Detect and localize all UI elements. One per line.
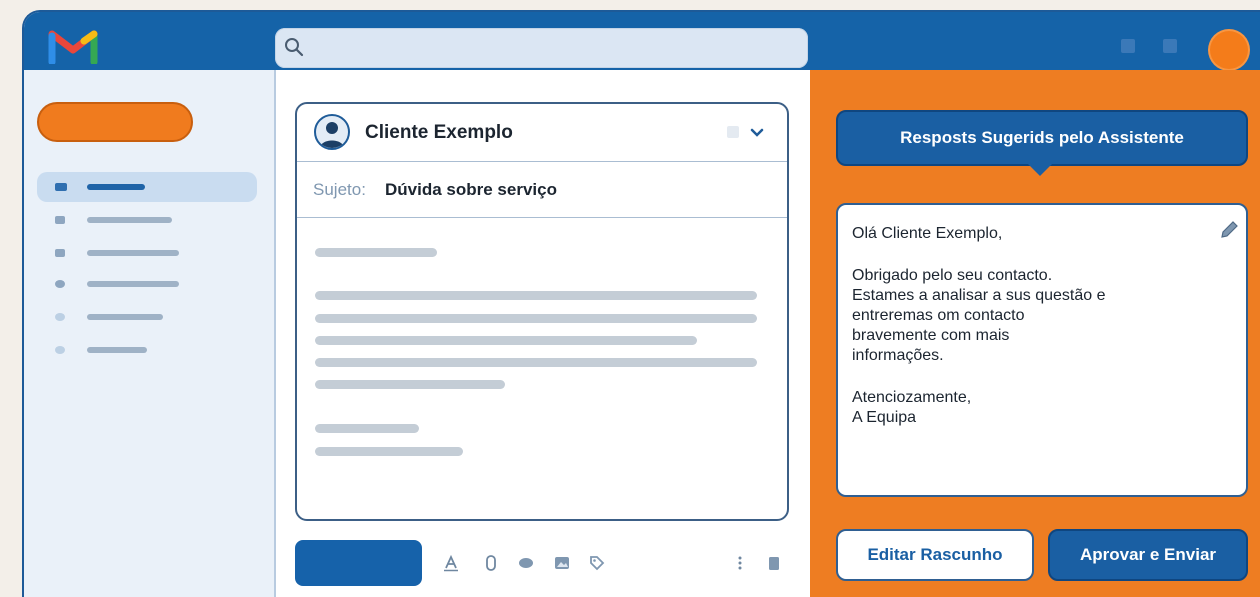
compose-button[interactable] [37, 102, 193, 142]
reply-closing: Atenciozamente, [852, 389, 972, 406]
reply-greeting: Olá Cliente Exemplo, [852, 225, 1003, 242]
email-card: Cliente Exemplo Sujeto: Dúvida sobre ser… [295, 102, 789, 521]
search-icon [285, 38, 304, 57]
subject-row: Sujeto: Dúvida sobre serviço [297, 161, 787, 218]
checkbox-icon[interactable] [727, 126, 739, 138]
more-options-icon[interactable] [731, 554, 749, 572]
compose-toolbar [295, 540, 789, 588]
gmail-logo-icon[interactable] [48, 26, 98, 64]
body-text-line [315, 314, 757, 323]
body-text-line [315, 358, 757, 367]
suggested-reply-box[interactable]: Olá Cliente Exemplo, Obrigado pelo seu c… [836, 203, 1248, 497]
edit-draft-button[interactable]: Editar Rascunho [836, 529, 1034, 581]
body-text-line [315, 291, 757, 300]
search-bar[interactable] [275, 28, 808, 70]
top-bar [24, 12, 1260, 70]
sidebar-item-inbox[interactable] [37, 172, 257, 202]
sidebar-item-label [87, 250, 179, 256]
sidebar-item-starred[interactable] [37, 238, 257, 268]
reply-line: informações. [852, 347, 944, 364]
attach-icon[interactable] [482, 554, 500, 572]
approve-send-button[interactable]: Aprovar e Enviar [1048, 529, 1248, 581]
speech-tail [1028, 164, 1052, 176]
star-icon [55, 249, 65, 257]
email-header: Cliente Exemplo [297, 104, 787, 162]
tag-icon[interactable] [588, 554, 606, 572]
message-pane: Cliente Exemplo Sujeto: Dúvida sobre ser… [276, 70, 810, 597]
sidebar-item-sent[interactable] [37, 269, 257, 299]
sidebar-item-label [87, 347, 147, 353]
person-icon [320, 122, 344, 148]
sidebar-item-label [87, 184, 145, 190]
format-text-icon[interactable] [442, 554, 460, 572]
sidebar-item-drafts[interactable] [37, 302, 257, 332]
sidebar-item-label [87, 314, 163, 320]
sender-name: Cliente Exemplo [365, 122, 513, 143]
reply-line: bravemente com mais [852, 327, 1010, 344]
reply-line: Estames a analisar a sus questão e [852, 287, 1106, 304]
sidebar-item-more[interactable] [37, 335, 257, 365]
inbox-icon [55, 183, 67, 191]
mail-window: Cliente Exemplo Sujeto: Dúvida sobre ser… [22, 10, 1260, 597]
trash-icon[interactable] [765, 554, 783, 572]
body-text-line [315, 248, 437, 257]
body-text-line [315, 447, 463, 456]
assistant-title: Resposts Sugerids pelo Assistente [836, 110, 1248, 166]
link-icon[interactable] [517, 554, 535, 572]
apps-grid-icon[interactable] [1163, 39, 1177, 53]
reply-line: entreremas om contacto [852, 307, 1025, 324]
pencil-icon[interactable] [1218, 219, 1240, 241]
account-avatar[interactable] [1210, 31, 1248, 69]
subject-text: Dúvida sobre serviço [385, 180, 557, 199]
body-text-line [315, 336, 697, 345]
subject-label: Sujeto: [313, 180, 366, 199]
sidebar [24, 70, 276, 597]
chevron-down-icon[interactable] [749, 124, 765, 140]
sent-icon [55, 280, 65, 288]
sidebar-item-label [87, 281, 179, 287]
body-text-line [315, 424, 419, 433]
support-icon[interactable] [1121, 39, 1135, 53]
more-icon [55, 346, 65, 354]
snooze-icon [55, 216, 65, 224]
reply-signature: A Equipa [852, 409, 917, 426]
sidebar-item-snoozed[interactable] [37, 205, 257, 235]
image-icon[interactable] [553, 554, 571, 572]
send-button[interactable] [295, 540, 422, 586]
draft-icon [55, 313, 65, 321]
reply-line: Obrigado pelo seu contacto. [852, 267, 1053, 284]
body-text-line [315, 380, 505, 389]
sidebar-item-label [87, 217, 172, 223]
sender-avatar [314, 114, 350, 150]
search-input[interactable] [311, 28, 795, 70]
assistant-panel: Resposts Sugerids pelo Assistente Olá Cl… [810, 70, 1260, 597]
